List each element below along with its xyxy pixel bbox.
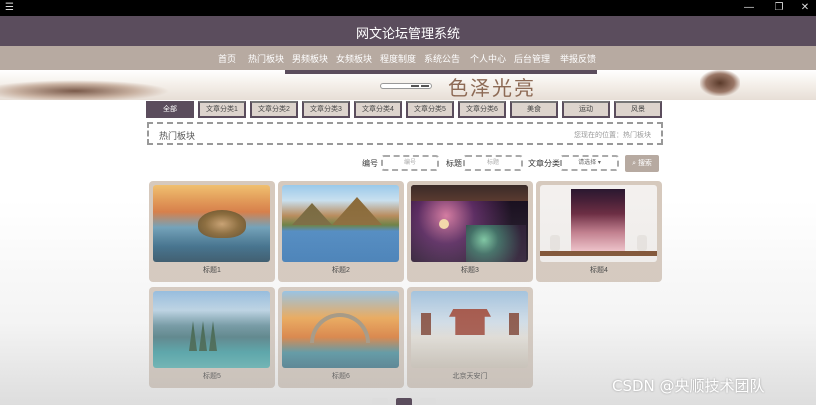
site-title: 网文论坛管理系统: [355, 27, 460, 42]
post-thumbnail[interactable]: [282, 185, 399, 262]
breadcrumb-path[interactable]: 您现在的位置：热门板块: [574, 130, 651, 140]
post-thumbnail[interactable]: [153, 291, 270, 368]
watermark: CSDN @央顺技术团队: [612, 377, 765, 395]
search-button-label: 搜索: [637, 160, 652, 167]
site-header: 网文论坛管理系统: [0, 16, 816, 46]
carousel-dot[interactable]: [411, 85, 419, 87]
minimize-icon[interactable]: —: [740, 1, 758, 14]
breadcrumb: 热门板块 您现在的位置：热门板块: [147, 122, 663, 145]
search-bar: 编号 编号 标题 标题 文章分类 请选择 ▾ ⌕ 搜索: [362, 155, 662, 172]
post-title[interactable]: 标题3: [407, 265, 533, 275]
close-icon[interactable]: ✕: [796, 1, 814, 14]
post-title[interactable]: 标题2: [278, 265, 404, 275]
post-card[interactable]: 标题2: [278, 181, 404, 282]
post-thumbnail[interactable]: [153, 185, 270, 262]
restore-icon[interactable]: ❐: [770, 1, 788, 14]
pagination-prev[interactable]: [372, 398, 388, 405]
chevron-down-icon: ▾: [597, 160, 601, 166]
nav-item-male[interactable]: 男频板块: [292, 52, 328, 65]
nav-item-female[interactable]: 女频板块: [336, 52, 372, 65]
post-title[interactable]: 标题4: [536, 265, 662, 275]
nav-item-home[interactable]: 首页: [218, 52, 236, 65]
post-card[interactable]: 北京天安门: [407, 287, 533, 388]
main-nav: 首页 热门板块 男频板块 女频板块 程度制度 系统公告 个人中心 后台管理 举报…: [0, 46, 816, 70]
post-thumbnail[interactable]: [282, 291, 399, 368]
category-tab[interactable]: 文章分类1: [198, 101, 246, 118]
nav-item-profile[interactable]: 个人中心: [470, 52, 506, 65]
window-titlebar: ☰ — ❐ ✕: [0, 0, 816, 16]
post-title[interactable]: 标题6: [278, 371, 404, 381]
post-title[interactable]: 标题1: [149, 265, 275, 275]
nav-item-announcements[interactable]: 系统公告: [424, 52, 460, 65]
category-label: 文章分类: [528, 159, 560, 168]
pagination-next[interactable]: [420, 398, 436, 405]
category-select-value: 请选择: [578, 160, 597, 166]
banner-top-bar: [285, 70, 597, 74]
category-tab-all[interactable]: 全部: [146, 101, 194, 118]
carousel-dot[interactable]: [421, 85, 429, 87]
hamburger-icon[interactable]: ☰: [5, 2, 14, 14]
title-input[interactable]: 标题: [463, 155, 523, 171]
banner-decoration: [700, 70, 740, 96]
category-tab[interactable]: 风景: [614, 101, 662, 118]
post-card[interactable]: 标题4: [536, 181, 662, 282]
nav-item-hot[interactable]: 热门板块: [248, 52, 284, 65]
post-card[interactable]: 标题6: [278, 287, 404, 388]
category-tab[interactable]: 文章分类4: [354, 101, 402, 118]
title-label: 标题: [446, 159, 462, 168]
post-title[interactable]: 标题5: [149, 371, 275, 381]
post-thumbnail[interactable]: [540, 185, 657, 262]
post-card[interactable]: 标题5: [149, 287, 275, 388]
category-tab[interactable]: 运动: [562, 101, 610, 118]
post-card[interactable]: 标题3: [407, 181, 533, 282]
nav-item-report[interactable]: 举报反馈: [560, 52, 596, 65]
post-title[interactable]: 北京天安门: [407, 371, 533, 381]
category-select[interactable]: 请选择 ▾: [560, 155, 619, 171]
breadcrumb-title: 热门板块: [159, 131, 196, 141]
pagination-page[interactable]: [396, 398, 412, 405]
category-tab[interactable]: 文章分类2: [250, 101, 298, 118]
category-tab[interactable]: 文章分类6: [458, 101, 506, 118]
carousel-indicator[interactable]: [380, 83, 432, 89]
category-tab[interactable]: 美食: [510, 101, 558, 118]
category-tab[interactable]: 文章分类5: [406, 101, 454, 118]
post-card[interactable]: 标题1: [149, 181, 275, 282]
post-thumbnail[interactable]: [411, 291, 528, 368]
pagination: [372, 398, 444, 405]
category-tab[interactable]: 文章分类3: [302, 101, 350, 118]
nav-item-rules[interactable]: 程度制度: [380, 52, 416, 65]
search-button[interactable]: ⌕ 搜索: [625, 155, 659, 172]
category-tabs: 全部 文章分类1 文章分类2 文章分类3 文章分类4 文章分类5 文章分类6 美…: [146, 101, 666, 119]
banner-carousel[interactable]: 色泽光亮: [0, 70, 816, 100]
nav-item-admin[interactable]: 后台管理: [514, 52, 550, 65]
number-label: 编号: [362, 159, 378, 168]
search-icon: ⌕: [632, 160, 636, 167]
banner-decoration: [0, 80, 170, 100]
banner-slogan: 色泽光亮: [448, 76, 536, 100]
post-thumbnail[interactable]: [411, 185, 528, 262]
number-input[interactable]: 编号: [381, 155, 439, 171]
